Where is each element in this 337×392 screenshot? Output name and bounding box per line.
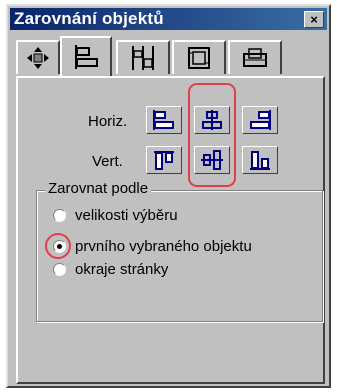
highlight-center-buttons [188,83,236,187]
tab-distribute[interactable] [116,40,170,74]
align-top-icon [154,151,174,170]
tab-strip [16,36,319,78]
radio-label: prvního vybraného objektu [75,238,252,255]
radio-button[interactable] [53,209,66,222]
window-title: Zarovnání objektů [14,9,164,28]
align-by-title: Zarovnat podle [45,180,152,197]
move-icon [27,47,49,69]
align-left-icon [75,45,98,69]
distribute-icon [132,46,154,70]
title-bar[interactable]: Zarovnání objektů × [10,8,327,30]
group-icon [243,48,267,67]
frame-icon [188,47,210,69]
tab-frame[interactable] [172,40,226,74]
align-left-icon [153,110,174,130]
align-bottom-icon [250,151,270,170]
tab-group[interactable] [228,40,282,74]
highlight-selected-radio [45,233,71,259]
align-right-button[interactable] [242,106,278,134]
align-top-button[interactable] [146,146,182,174]
tab-move[interactable] [16,40,60,74]
vert-label: Vert. [92,153,123,170]
radio-label: okraje stránky [75,261,169,278]
radio-label: velikosti výběru [75,207,178,224]
horiz-label: Horiz. [88,113,128,130]
tab-align[interactable] [60,36,112,76]
align-objects-window: Zarovnání objektů × Horiz. Vert. Zarovna… [6,4,331,388]
align-by-group: Zarovnat podle velikosti výběru prvního … [36,180,323,322]
radio-button[interactable] [53,263,66,276]
align-right-icon [250,110,271,130]
align-left-button[interactable] [146,106,182,134]
close-button[interactable]: × [304,11,324,28]
align-bottom-button[interactable] [242,146,278,174]
